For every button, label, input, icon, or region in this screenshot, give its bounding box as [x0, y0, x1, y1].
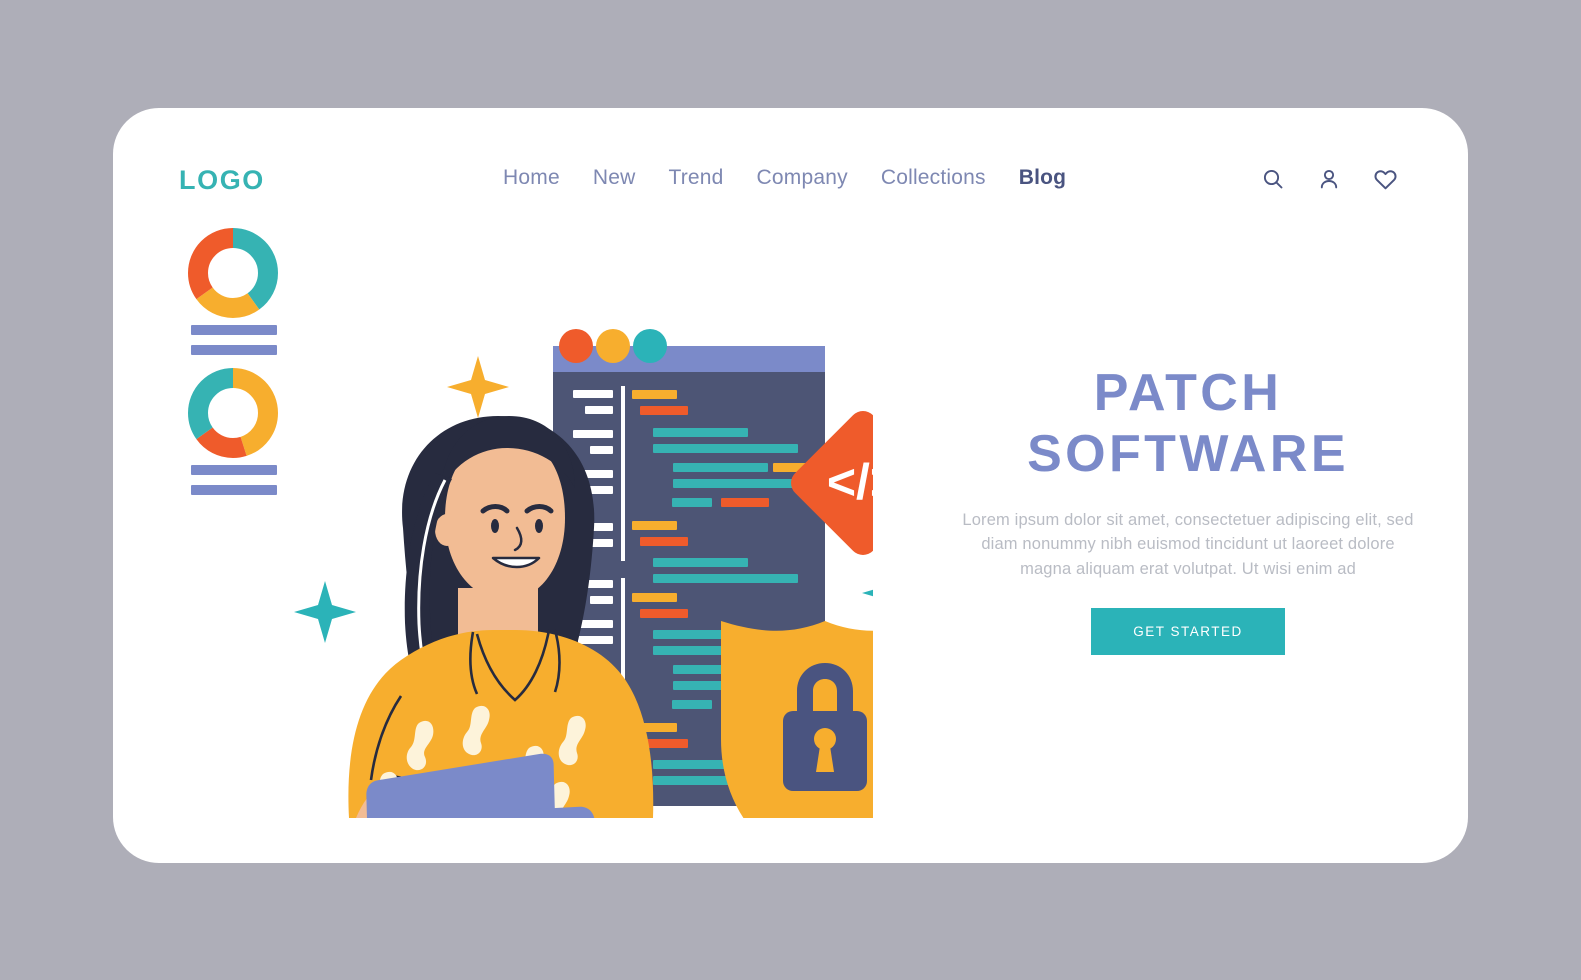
window-dot-teal: [633, 329, 667, 363]
site-logo[interactable]: LOGO: [179, 165, 265, 196]
header-actions: [1258, 164, 1400, 194]
patch-software-illustration: </>: [153, 218, 873, 818]
nav-item-trend[interactable]: Trend: [668, 166, 723, 190]
chart-bar: [191, 465, 277, 475]
chart-bar: [191, 345, 277, 355]
sparkle-teal-right: [862, 589, 873, 597]
nav-item-new[interactable]: New: [593, 166, 636, 190]
code-badge-symbol: </>: [827, 454, 873, 510]
page-title-line-1: PATCH: [1093, 364, 1283, 422]
page-title: PATCH SOFTWARE: [958, 363, 1418, 486]
chart-bar: [191, 325, 277, 335]
hero-content: PATCH SOFTWARE Lorem ipsum dolor sit ame…: [958, 363, 1418, 655]
chart-bar: [191, 485, 277, 495]
heart-icon[interactable]: [1370, 164, 1400, 194]
window-dot-yellow: [596, 329, 630, 363]
donut-chart-top: [188, 228, 278, 318]
landing-page-card: LOGO Home New Trend Company Collections …: [113, 108, 1468, 863]
donut-chart-bottom: [188, 368, 278, 458]
page-background: LOGO Home New Trend Company Collections …: [0, 0, 1581, 980]
get-started-button[interactable]: GET STARTED: [1091, 607, 1285, 655]
nav-item-company[interactable]: Company: [757, 166, 848, 190]
search-icon[interactable]: [1258, 164, 1288, 194]
page-title-line-2: SOFTWARE: [1027, 425, 1349, 484]
nav-item-collections[interactable]: Collections: [881, 166, 986, 190]
sparkle-yellow: [447, 356, 509, 418]
user-icon[interactable]: [1314, 164, 1344, 194]
nav-item-blog[interactable]: Blog: [1019, 166, 1066, 190]
sparkle-teal-left: [294, 581, 356, 643]
main-navigation: Home New Trend Company Collections Blog: [503, 166, 1066, 190]
security-shield: [721, 621, 873, 818]
hero-description: Lorem ipsum dolor sit amet, consectetuer…: [962, 510, 1414, 578]
nav-item-home[interactable]: Home: [503, 166, 560, 190]
window-dot-red: [559, 329, 593, 363]
